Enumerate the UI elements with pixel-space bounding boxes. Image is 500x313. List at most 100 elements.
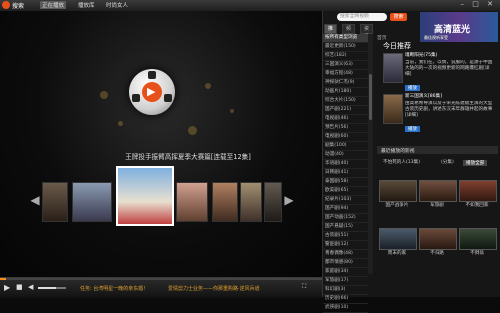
grid-caption[interactable]: 不归路	[418, 250, 456, 256]
grid-caption[interactable]: 军旅剧	[418, 202, 456, 208]
play-icon[interactable]: ▶	[4, 283, 10, 292]
menu-fashion[interactable]: 时尚女人	[106, 1, 128, 9]
bokeh-light	[230, 109, 234, 113]
item-title[interactable]: 魂断阳光(75集)	[405, 53, 437, 59]
category-item[interactable]: 最近更新(150)	[323, 43, 368, 52]
play-button[interactable]: 播放	[405, 126, 420, 132]
thumbnail[interactable]	[212, 182, 238, 222]
recent-item[interactable]: 不怕死的人(13集)	[383, 160, 420, 166]
fullscreen-icon[interactable]: ⛶	[302, 283, 306, 291]
breadcrumb[interactable]: 首页	[377, 34, 387, 41]
category-item[interactable]: 国产剧(221)	[323, 106, 368, 115]
category-item[interactable]: 纪录片(103)	[323, 196, 368, 205]
maximize-icon[interactable]: □	[472, 0, 482, 8]
category-scrollbar[interactable]	[368, 34, 373, 274]
video-title[interactable]: 王牌投手振臂高挥夏季大赛篇[连载至12集]	[98, 151, 278, 161]
close-icon[interactable]: ✕	[487, 0, 496, 8]
news-ticker-2[interactable]: 爱情剪力士业务——你那重购路·逆风兵道	[168, 285, 260, 292]
control-bar: ▶ ■ ◀ 任务: 台湾明星一晚的亲东婚! 爱情剪力士业务——你那重购路·逆风兵…	[0, 277, 322, 298]
category-item[interactable]: 泰国剧(58)	[323, 178, 368, 187]
volume-icon[interactable]: ◀	[28, 283, 33, 291]
search-input[interactable]: 搜索全网视频	[337, 13, 387, 21]
category-item[interactable]: 科幻剧(3)	[323, 286, 368, 295]
item-title[interactable]: 新三国演义[86集]	[405, 94, 442, 100]
category-item[interactable]: 都市情感(80)	[323, 259, 368, 268]
category-item[interactable]: 日韩剧(41)	[323, 169, 368, 178]
thumbnail[interactable]	[176, 182, 208, 222]
category-item[interactable]: 家庭剧(34)	[323, 268, 368, 277]
poster[interactable]	[383, 94, 403, 124]
thumbnail[interactable]	[42, 182, 68, 222]
seek-bar[interactable]	[0, 278, 322, 280]
ball-patch	[164, 94, 172, 102]
ad-subtext: 最佳视听享受	[424, 35, 448, 40]
category-item[interactable]: 武侠剧(10)	[323, 304, 368, 313]
category-item[interactable]: 国产动画(152)	[323, 214, 368, 223]
app-logo-icon	[2, 1, 10, 9]
category-item[interactable]: 国产剧(94)	[323, 205, 368, 214]
thumbnail[interactable]	[240, 182, 262, 222]
search-button[interactable]: 搜索	[390, 13, 407, 21]
ad-text: 高清蓝光	[434, 25, 471, 35]
thumbnail-selected[interactable]	[116, 166, 174, 226]
play-button[interactable]: 播放	[405, 85, 420, 91]
category-item[interactable]: 国产悬疑(15)	[323, 223, 368, 232]
play-all-button[interactable]: 播放全部	[463, 160, 488, 166]
recent-header: 最近播放的影视	[377, 146, 498, 154]
grid-thumb[interactable]	[459, 228, 497, 250]
category-item[interactable]: 军旅剧(17)	[323, 277, 368, 286]
category-item[interactable]: 按所有类型浏览	[323, 34, 368, 43]
grid-caption[interactable]: 周末的家	[378, 250, 416, 256]
category-item[interactable]: 古装剧(51)	[323, 232, 368, 241]
category-list: 按所有类型浏览 最近更新(150) 综艺(182) 三国演义(63) 幸福方程(48) 神…	[323, 34, 368, 313]
news-ticker-1[interactable]: 任务: 台湾明星一晚的亲东婚!	[80, 285, 145, 292]
item-desc: 当前，我们在，以情，说服的，是源于中国大陆的的一次的视频更新的网路爆红剧[详细]	[405, 60, 493, 77]
bokeh-light	[205, 83, 211, 89]
category-item[interactable]: 电视剧(46)	[323, 115, 368, 124]
poster[interactable]	[383, 53, 403, 83]
category-item[interactable]: 三国演义(63)	[323, 61, 368, 70]
category-item[interactable]: 预告片(56)	[323, 124, 368, 133]
scroll-thumb[interactable]	[369, 74, 372, 120]
grid-caption[interactable]: 国产战争片	[378, 202, 416, 208]
grid-caption[interactable]: 不倒翁	[458, 250, 496, 256]
grid-thumb[interactable]	[379, 180, 417, 202]
thumbnail-strip	[28, 166, 296, 244]
ad-banner[interactable]: 高清蓝光 最佳视听享受	[420, 12, 498, 42]
category-item[interactable]: 华语剧(40)	[323, 160, 368, 169]
category-item[interactable]: 电视剧(60)	[323, 133, 368, 142]
volume-slider[interactable]	[38, 287, 66, 289]
tab-channel[interactable]: 频道	[342, 24, 356, 40]
stop-icon[interactable]: ■	[16, 283, 23, 291]
category-item[interactable]: 历史剧(66)	[323, 295, 368, 304]
grid-thumb[interactable]	[419, 228, 457, 250]
grid-thumb[interactable]	[379, 228, 417, 250]
menu-now-playing[interactable]: 正在播放	[40, 1, 67, 9]
bokeh-light	[100, 91, 108, 99]
grid-caption[interactable]: 不如我回家	[458, 202, 496, 208]
category-item[interactable]: 警匪剧(12)	[323, 241, 368, 250]
grid-thumb[interactable]	[459, 180, 497, 202]
category-item[interactable]: 综合大片(150)	[323, 97, 368, 106]
category-item[interactable]: 青春偶像(48)	[323, 250, 368, 259]
app-title: 搜索	[12, 3, 25, 10]
ball-patch	[148, 71, 156, 79]
category-item[interactable]: 神探狄仁杰(9)	[323, 79, 368, 88]
grid-thumb[interactable]	[419, 180, 457, 202]
category-item[interactable]: 剧集(100)	[323, 142, 368, 151]
seek-progress	[0, 278, 6, 280]
player-logo-ball: ▶	[129, 69, 175, 115]
minimize-icon[interactable]: –	[461, 0, 468, 8]
category-item[interactable]: 动画片(180)	[323, 88, 368, 97]
thumbnail[interactable]	[264, 182, 282, 222]
thumbnail[interactable]	[72, 182, 112, 222]
menu-library[interactable]: 播放库	[78, 1, 95, 9]
window-controls[interactable]: – □ ✕	[461, 0, 496, 8]
category-item[interactable]: 欧美剧(65)	[323, 187, 368, 196]
category-item[interactable]: 动漫(40)	[323, 151, 368, 160]
play-logo-icon: ▶	[142, 82, 162, 102]
tab-recommend[interactable]: 推荐	[324, 24, 338, 40]
tab-news[interactable]: 资讯	[360, 24, 374, 40]
category-item[interactable]: 综艺(182)	[323, 52, 368, 61]
category-item[interactable]: 幸福方程(48)	[323, 70, 368, 79]
